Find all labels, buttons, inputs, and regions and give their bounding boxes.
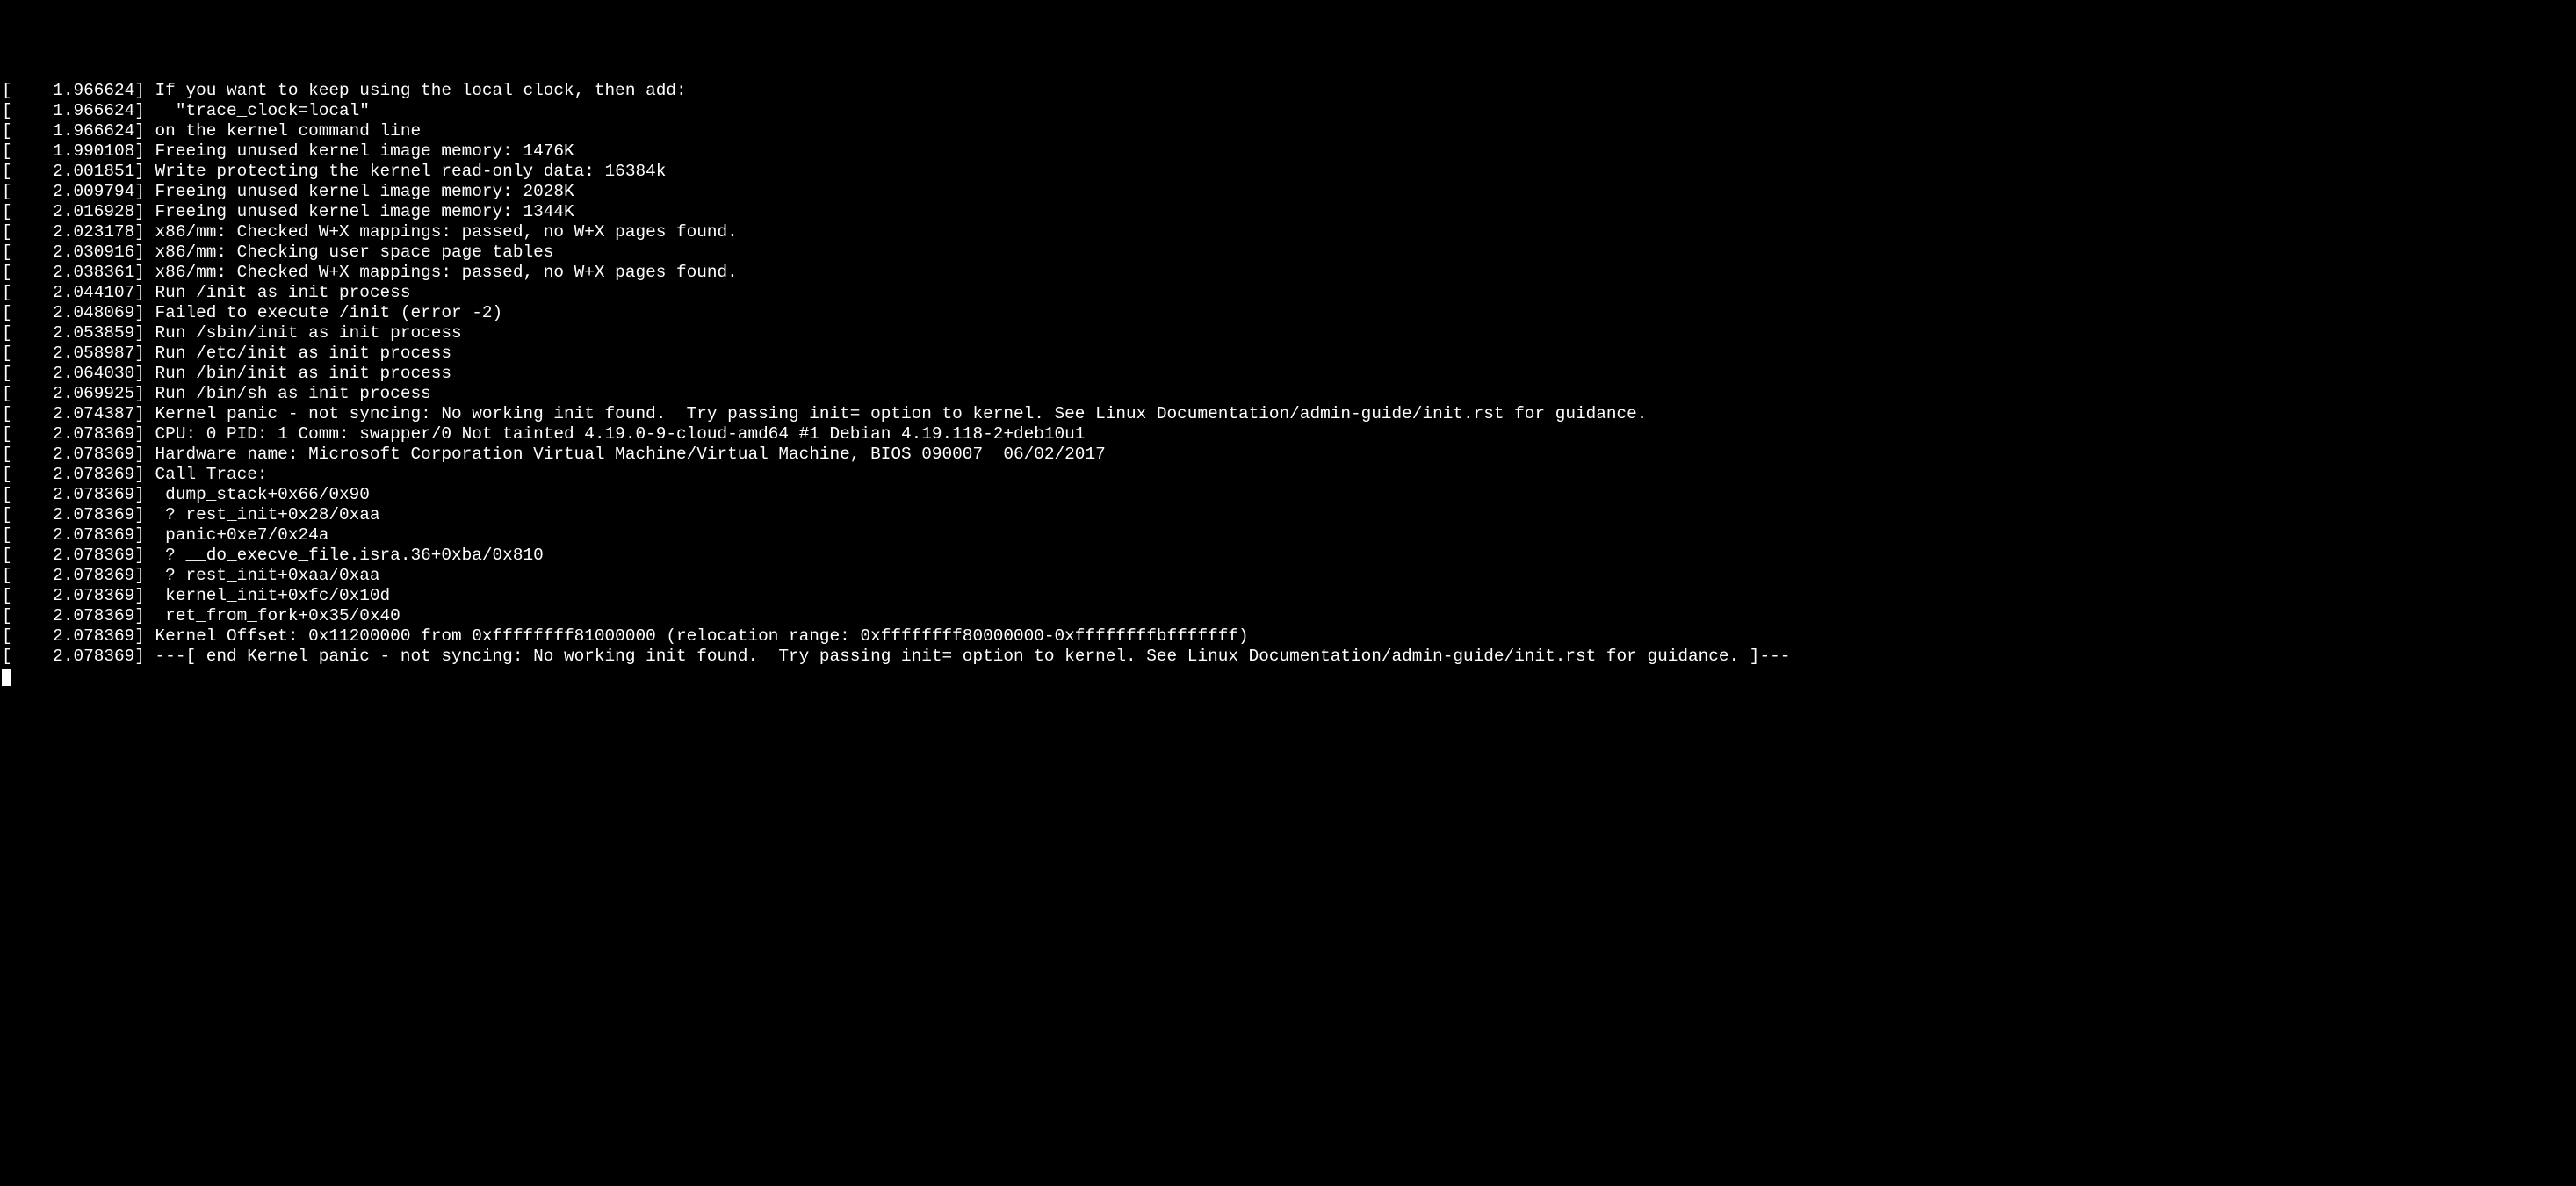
log-line: [ 2.064030] Run /bin/init as init proces… — [2, 364, 2576, 384]
log-line: [ 2.078369] ? __do_execve_file.isra.36+0… — [2, 546, 2576, 566]
log-line: [ 2.009794] Freeing unused kernel image … — [2, 182, 2576, 202]
log-line: [ 2.078369] panic+0xe7/0x24a — [2, 525, 2576, 546]
log-line: [ 2.078369] Kernel Offset: 0x11200000 fr… — [2, 626, 2576, 647]
log-line: [ 2.078369] CPU: 0 PID: 1 Comm: swapper/… — [2, 424, 2576, 445]
log-line: [ 2.069925] Run /bin/sh as init process — [2, 384, 2576, 404]
cursor-block — [2, 669, 11, 686]
log-line: [ 2.078369] ---[ end Kernel panic - not … — [2, 647, 2576, 667]
log-line: [ 1.966624] on the kernel command line — [2, 121, 2576, 141]
log-line: [ 1.990108] Freeing unused kernel image … — [2, 141, 2576, 162]
log-line: [ 1.966624] "trace_clock=local" — [2, 101, 2576, 121]
log-line: [ 2.044107] Run /init as init process — [2, 283, 2576, 303]
log-line: [ 2.038361] x86/mm: Checked W+X mappings… — [2, 263, 2576, 283]
log-line: [ 2.023178] x86/mm: Checked W+X mappings… — [2, 222, 2576, 242]
log-line: [ 2.048069] Failed to execute /init (err… — [2, 303, 2576, 323]
log-line: [ 2.078369] ? rest_init+0x28/0xaa — [2, 505, 2576, 525]
log-line: [ 2.001851] Write protecting the kernel … — [2, 162, 2576, 182]
log-line: [ 2.058987] Run /etc/init as init proces… — [2, 344, 2576, 364]
log-line: [ 2.053859] Run /sbin/init as init proce… — [2, 323, 2576, 344]
log-line: [ 2.030916] x86/mm: Checking user space … — [2, 242, 2576, 263]
log-line: [ 2.074387] Kernel panic - not syncing: … — [2, 404, 2576, 424]
log-line: [ 2.016928] Freeing unused kernel image … — [2, 202, 2576, 222]
log-line: [ 2.078369] Hardware name: Microsoft Cor… — [2, 445, 2576, 465]
log-line: [ 1.966624] If you want to keep using th… — [2, 81, 2576, 101]
log-line: [ 2.078369] kernel_init+0xfc/0x10d — [2, 586, 2576, 606]
kernel-console-output: [ 1.966624] If you want to keep using th… — [2, 81, 2576, 667]
log-line: [ 2.078369] ? rest_init+0xaa/0xaa — [2, 566, 2576, 586]
log-line: [ 2.078369] dump_stack+0x66/0x90 — [2, 485, 2576, 505]
log-line: [ 2.078369] Call Trace: — [2, 465, 2576, 485]
log-line: [ 2.078369] ret_from_fork+0x35/0x40 — [2, 606, 2576, 626]
